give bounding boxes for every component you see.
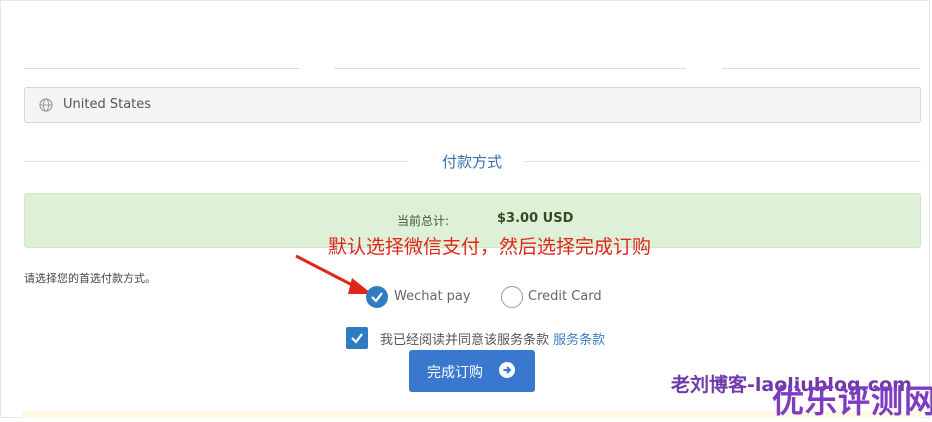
- watermark-site: 优乐评测网: [772, 382, 932, 420]
- divider-left: [24, 161, 408, 162]
- address-input-2[interactable]: [334, 68, 686, 69]
- wechat-pay-label[interactable]: Wechat pay: [394, 289, 471, 304]
- tos-checkbox[interactable]: [346, 327, 368, 349]
- wechat-pay-radio[interactable]: [366, 286, 388, 308]
- complete-order-button[interactable]: 完成订购: [409, 350, 535, 392]
- payment-prompt: 请选择您的首选付款方式。: [24, 272, 156, 285]
- credit-card-label[interactable]: Credit Card: [528, 289, 602, 304]
- address-input-1[interactable]: [24, 68, 299, 69]
- globe-icon: [39, 98, 53, 112]
- total-amount: $3.00 USD: [497, 211, 574, 226]
- address-input-3[interactable]: [722, 68, 920, 69]
- tos-text: 我已经阅读并同意该服务条款: [380, 333, 550, 348]
- country-select[interactable]: United States: [24, 87, 921, 123]
- country-value: United States: [63, 97, 152, 112]
- payment-section-title: 付款方式: [441, 153, 502, 171]
- credit-card-radio[interactable]: [501, 286, 523, 308]
- tos-link[interactable]: 服务条款: [553, 333, 605, 348]
- check-icon: [351, 333, 363, 344]
- arrow-circle-right-icon: [499, 362, 515, 378]
- divider-right: [524, 161, 921, 162]
- check-icon: [371, 292, 383, 303]
- tos-label: 我已经阅读并同意该服务条款 服务条款: [380, 329, 605, 348]
- complete-order-label: 完成订购: [427, 365, 483, 381]
- total-label: 当前总计:: [397, 214, 450, 228]
